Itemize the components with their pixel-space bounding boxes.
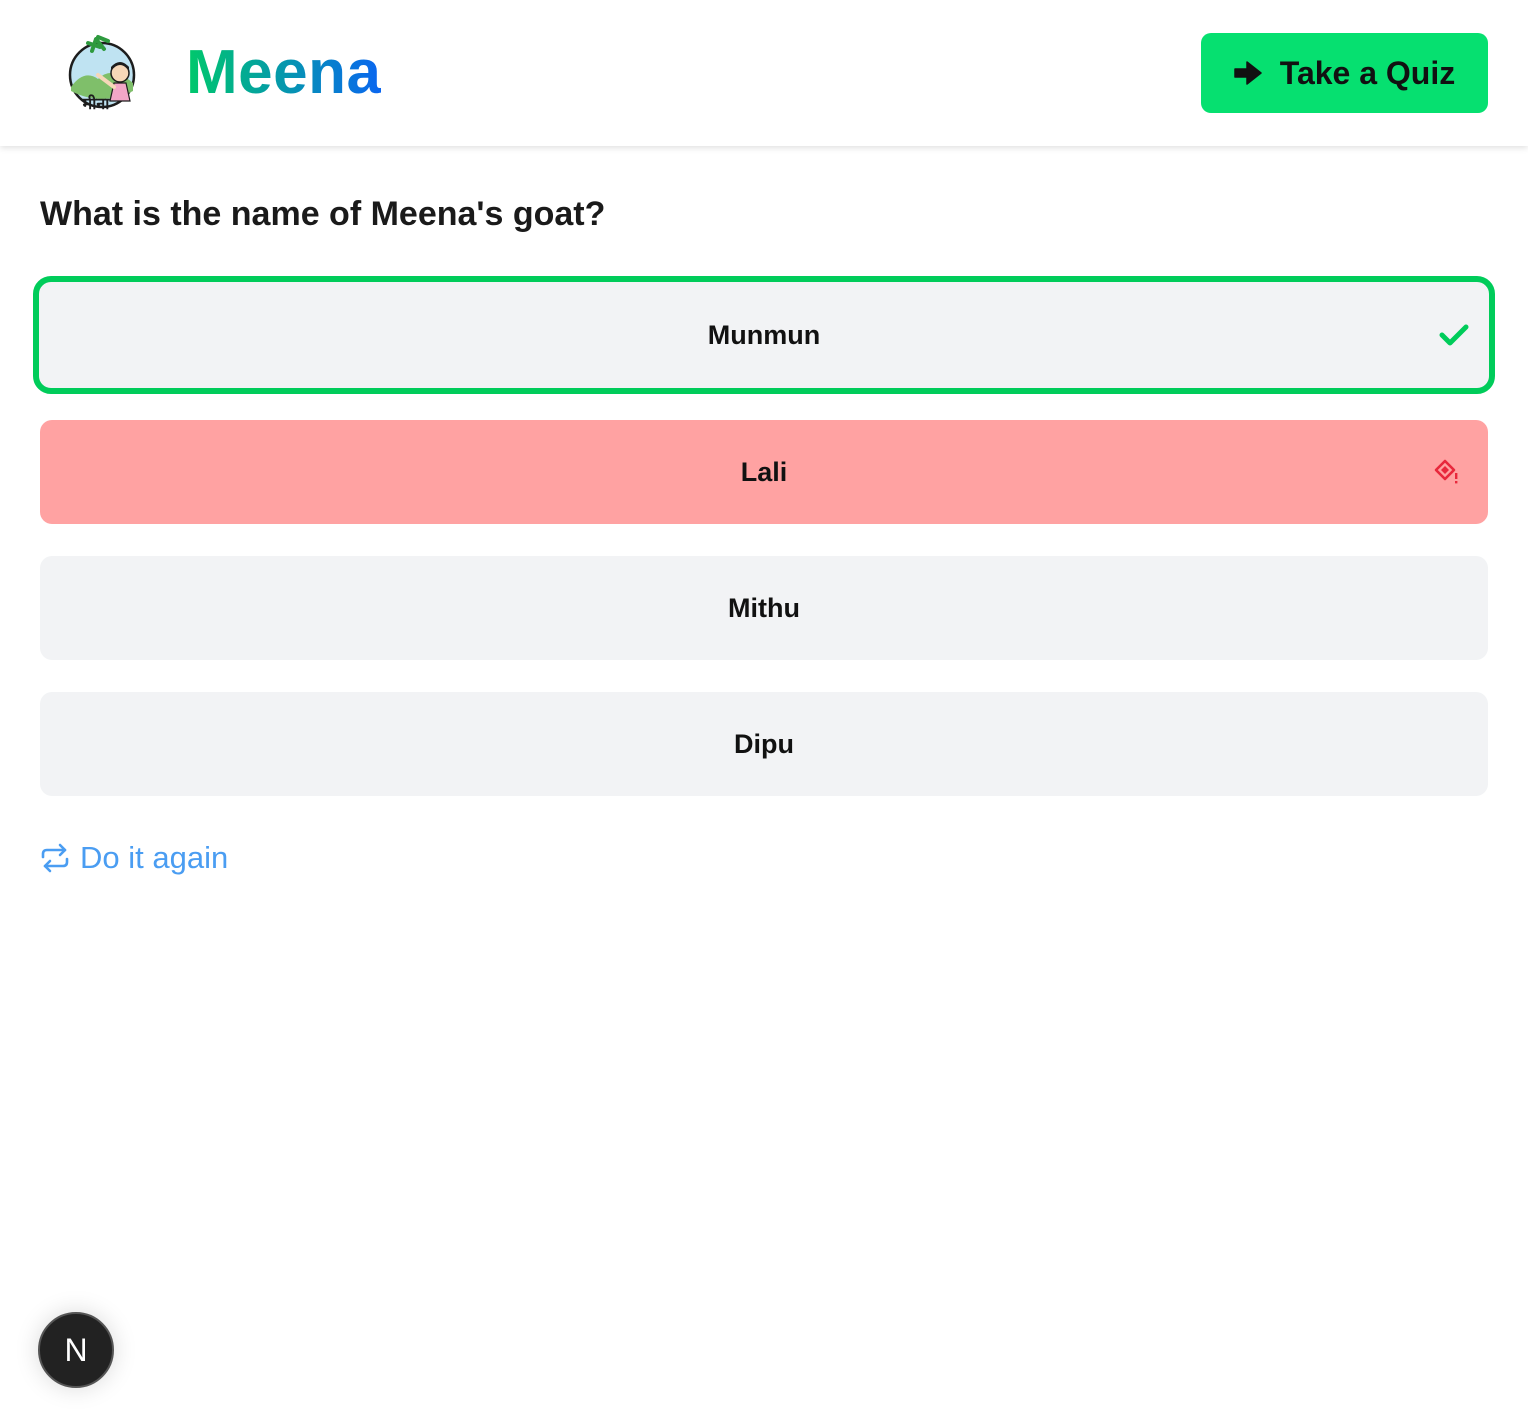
dev-tools-badge[interactable]: N (38, 1312, 114, 1388)
arrow-right-icon (1234, 61, 1262, 85)
answer-option-label: Munmun (707, 319, 821, 350)
take-quiz-label: Take a Quiz (1279, 54, 1456, 91)
brand-name: Meena (186, 38, 382, 107)
answer-option-munmun[interactable]: Munmun (33, 276, 1495, 394)
brand[interactable]: मीना Meena (62, 28, 381, 118)
answer-option-label: Mithu (728, 592, 800, 623)
wrong-answer-icon (1434, 459, 1458, 484)
logo-text: मीना (82, 94, 111, 113)
answer-option-label: Dipu (734, 728, 794, 759)
meena-logo: मीना (68, 35, 136, 113)
repeat-icon (41, 843, 69, 873)
answer-option-dipu[interactable]: Dipu (40, 692, 1488, 796)
answer-option-lali[interactable]: Lali (40, 420, 1488, 524)
question-text: What is the name of Meena's goat? (40, 195, 606, 233)
answer-option-label: Lali (740, 456, 788, 487)
check-icon (1439, 324, 1469, 346)
do-it-again-link[interactable]: Do it again (40, 840, 228, 876)
do-it-again-label: Do it again (80, 840, 229, 875)
app-header: मीना Meena Take a Quiz (0, 0, 1528, 146)
dev-tools-badge-letter: N (64, 1331, 88, 1368)
take-quiz-button[interactable]: Take a Quiz (1201, 33, 1488, 113)
answer-option-mithu[interactable]: Mithu (40, 556, 1488, 660)
